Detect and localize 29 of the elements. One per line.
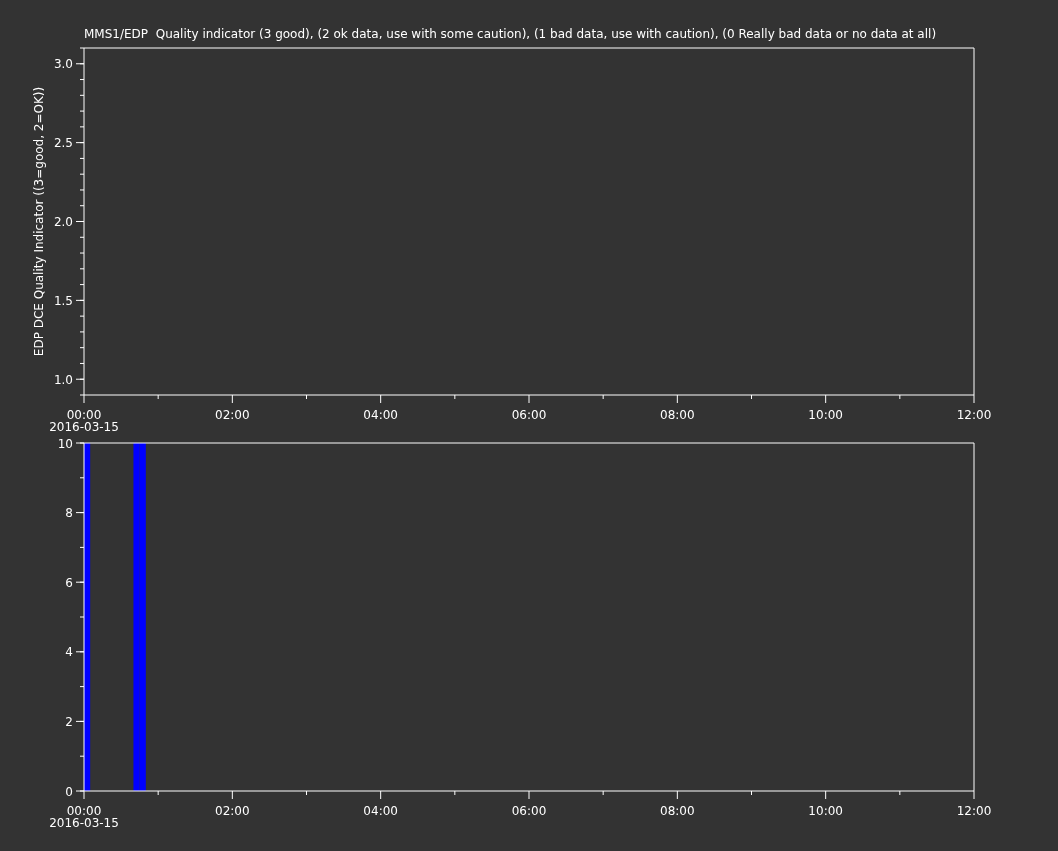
x-tick-label: 12:00 (956, 408, 992, 422)
y-tick-label: 3.0 (53, 57, 73, 72)
y-tick-label: 1.0 (53, 372, 73, 387)
y-tick-label: 2.0 (53, 215, 73, 229)
y-tick-label: 2.5 (53, 136, 73, 151)
x-tick-label: 10:00 (808, 408, 843, 422)
y-tick-label: 8 (65, 506, 73, 521)
y-tick-label: 1.5 (53, 293, 73, 308)
y-tick-label: 6 (65, 575, 73, 590)
x-tick-label: 00:00 (66, 804, 102, 818)
y-axis-label: EDP DCE Quality Indicator ((3=good, 2=OK)) (32, 86, 46, 357)
y-tick-label: 2 (65, 714, 73, 729)
x-tick-label: 04:00 (363, 804, 398, 818)
y-tick-label: 10 (57, 436, 73, 451)
y-tick-label: 4 (65, 645, 73, 660)
date-label: 2016-03-15 (49, 420, 119, 434)
x-tick-label: 02:00 (215, 408, 250, 422)
y-tick-label: 0 (65, 784, 73, 799)
x-tick-label: 08:00 (660, 804, 695, 818)
x-tick-label: 10:00 (808, 804, 843, 818)
chart-title: MMS1/EDP Quality indicator (3 good), (2 ok data, use with some caution), (1 bad data, use with caution), (0 Really bad data or no data at all) (84, 27, 937, 41)
x-tick-label: 02:00 (215, 804, 250, 818)
x-tick-label: 08:00 (660, 408, 695, 422)
x-tick-label: 06:00 (511, 408, 547, 422)
date-label: 2016-03-15 (49, 816, 119, 830)
x-tick-label: 06:00 (511, 804, 547, 818)
x-tick-label: 12:00 (956, 804, 992, 818)
x-tick-label: 04:00 (363, 408, 398, 422)
x-tick-label: 00:00 (66, 408, 102, 422)
